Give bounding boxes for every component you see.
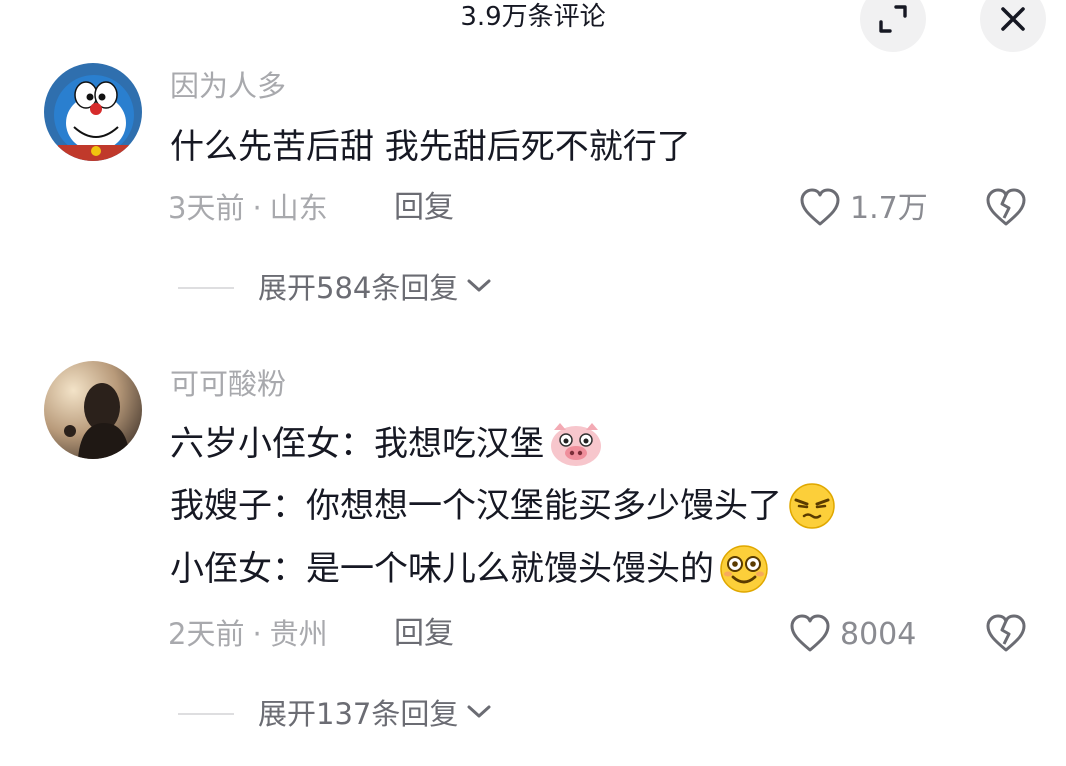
close-x-icon (998, 4, 1028, 34)
comment-text-line: 我嫂子：你想想一个汉堡能买多少馒头了 (170, 482, 838, 530)
divider-line (178, 287, 234, 289)
expand-arrow-icon (876, 2, 910, 36)
comment-time: 3天前 (168, 191, 245, 225)
pig-face-emoji-icon (548, 420, 604, 468)
username[interactable]: 可可酸粉 (170, 364, 286, 404)
comment-location: 山东 (269, 191, 328, 225)
like-button[interactable]: 1.7万 (798, 186, 928, 232)
heart-icon (798, 186, 842, 232)
username[interactable]: 因为人多 (170, 66, 286, 106)
avatar[interactable] (44, 361, 142, 459)
expand-replies-label: 展开584条回复 (258, 271, 459, 305)
broken-heart-icon (984, 188, 1028, 232)
expand-button[interactable] (860, 0, 926, 52)
like-button[interactable]: 8004 (788, 612, 916, 658)
broken-heart-icon (984, 614, 1028, 658)
comment-time: 2天前 (168, 617, 245, 651)
dislike-button[interactable] (984, 612, 1028, 656)
expand-replies-button[interactable]: 展开584条回复 (178, 268, 492, 308)
divider-line (178, 713, 234, 715)
avatar[interactable] (44, 63, 142, 161)
reply-button[interactable]: 回复 (394, 188, 454, 228)
comment-text-line: 小侄女：是一个味儿么就馒头馒头的 (170, 544, 770, 594)
close-button[interactable] (980, 0, 1046, 52)
meta-separator: · (252, 617, 262, 651)
like-count: 8004 (840, 617, 917, 652)
chevron-down-icon (466, 704, 492, 724)
expand-replies-button[interactable]: 展开137条回复 (178, 694, 492, 734)
like-count: 1.7万 (850, 191, 928, 226)
expand-replies-label: 展开137条回复 (258, 697, 459, 731)
heart-icon (788, 612, 832, 658)
comment-text: 我嫂子：你想想一个汉堡能买多少馒头了 (170, 486, 782, 526)
annoyed-face-emoji-icon (786, 482, 838, 530)
wide-eyed-smile-emoji-icon (718, 544, 770, 594)
chevron-down-icon (466, 278, 492, 298)
comment-text: 什么先苦后甜 我先甜后死不就行了 (170, 127, 691, 167)
comments-panel: 3.9万条评论 因为人多 什么先苦后甜 我先甜后死不就行了 3天前 · 山东 回… (0, 0, 1066, 766)
comment-meta: 3天前 · 山东 (168, 188, 328, 228)
photo-avatar (44, 361, 142, 459)
comment-meta: 2天前 · 贵州 (168, 614, 328, 654)
comment-text-line: 六岁小侄女：我想吃汉堡 (170, 420, 604, 468)
comment-text: 六岁小侄女：我想吃汉堡 (170, 424, 544, 464)
cartoon-cat-avatar (44, 63, 142, 161)
meta-separator: · (252, 191, 262, 225)
comment-text: 小侄女：是一个味儿么就馒头馒头的 (170, 549, 714, 589)
dislike-button[interactable] (984, 186, 1028, 230)
comment-location: 贵州 (269, 617, 328, 651)
reply-button[interactable]: 回复 (394, 614, 454, 654)
